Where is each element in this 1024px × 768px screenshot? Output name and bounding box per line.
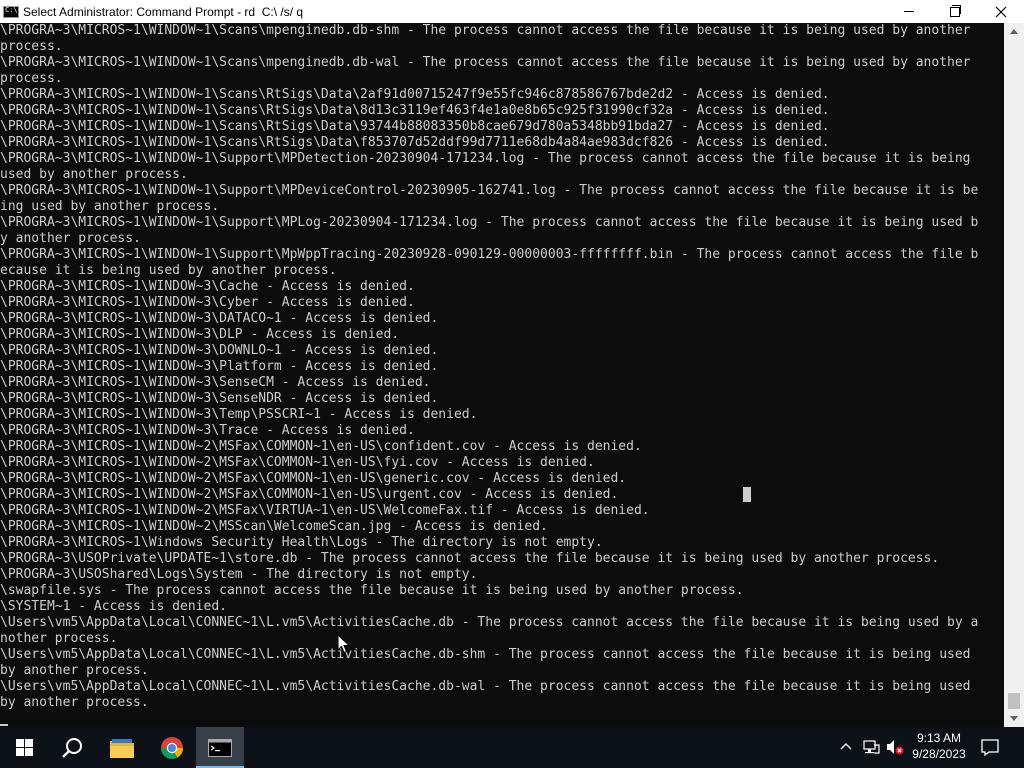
console-line: \PROGRA~3\MICROS~1\WINDOW~2\MSFax\COMMON… [0,487,619,502]
scroll-thumb[interactable] [1008,693,1020,709]
chevron-up-icon[interactable] [838,739,854,755]
notification-center-icon[interactable] [980,737,1000,757]
console-line: by another process. [0,695,149,710]
console-line: \PROGRA~3\MICROS~1\WINDOW~3\SenseNDR - A… [0,391,439,406]
close-icon [995,6,1007,17]
console-line: ing used by another process. [0,199,220,214]
console-line: \PROGRA~3\MICROS~1\WINDOW~1\Scans\RtSigs… [0,119,830,134]
console-line: \PROGRA~3\MICROS~1\WINDOW~1\Scans\RtSigs… [0,103,830,118]
console-line: \PROGRA~3\USOPrivate\UPDATE~1\store.db -… [0,551,940,566]
scroll-down-button[interactable] [1004,710,1024,727]
console-line: by another process. [0,663,149,678]
text-cursor [0,724,8,726]
clock-time: 9:13 AM [916,731,962,745]
chrome-taskbar-button[interactable] [148,727,196,768]
console-line: \PROGRA~3\MICROS~1\WINDOW~2\MSFax\VIRTUA… [0,503,650,518]
chevron-down-icon [1010,716,1018,721]
restore-icon [950,4,961,17]
console-line: \PROGRA~3\MICROS~1\WINDOW~1\Support\MpWp… [0,247,979,262]
console-line: \PROGRA~3\MICROS~1\WINDOW~2\MSFax\COMMON… [0,439,642,454]
close-button[interactable] [978,0,1024,23]
console-line: \PROGRA~3\MICROS~1\WINDOW~2\MSScan\Welco… [0,519,548,534]
console-line: \Users\vm5\AppData\Local\CONNEC~1\L.vm5\… [0,647,971,662]
vertical-scrollbar[interactable] [1004,23,1024,727]
minimize-button[interactable] [886,0,932,23]
volume-muted-icon[interactable] [886,739,904,755]
taskbar: 9:13 AM 9/28/2023 [0,727,1024,768]
mouse-pointer-icon [337,634,351,654]
console-line: \PROGRA~3\MICROS~1\Windows Security Heal… [0,535,603,550]
console-line: \SYSTEM~1 - Access is denied. [0,599,227,614]
console-line: \Users\vm5\AppData\Local\CONNEC~1\L.vm5\… [0,615,979,630]
network-icon[interactable] [862,739,880,755]
command-prompt-icon [208,738,232,757]
console-line: \PROGRA~3\MICROS~1\WINDOW~3\DLP - Access… [0,327,400,342]
console-line: ecause it is being used by another proce… [0,263,337,278]
maximize-button[interactable] [932,0,978,23]
clock-date: 9/28/2023 [912,747,966,761]
search-icon [62,737,82,758]
console-line: \PROGRA~3\MICROS~1\WINDOW~1\Support\MPDe… [0,183,979,198]
windows-start-icon [15,739,33,756]
console-line: \PROGRA~3\MICROS~1\WINDOW~1\Support\MPDe… [0,151,971,166]
scroll-up-button[interactable] [1004,23,1024,40]
console-line: \PROGRA~3\MICROS~1\WINDOW~1\Scans\RtSigs… [0,87,830,102]
console-line: \PROGRA~3\MICROS~1\WINDOW~2\MSFax\COMMON… [0,471,627,486]
console-line: y another process. [0,231,141,246]
console-line: nother process. [0,631,118,646]
chrome-icon [161,736,183,759]
console-line: \PROGRA~3\MICROS~1\WINDOW~1\Support\MPLo… [0,215,979,230]
file-explorer-icon [110,738,134,758]
title-bar[interactable]: Select Administrator: Command Prompt - r… [0,0,1024,23]
command-prompt-taskbar-button[interactable] [196,727,244,768]
console-line: \PROGRA~3\USOShared\Logs\System - The di… [0,567,478,582]
console-line: process. [0,71,63,86]
console-line: \PROGRA~3\MICROS~1\WINDOW~3\DATACO~1 - A… [0,311,439,326]
search-button[interactable] [48,727,96,768]
console-line: \PROGRA~3\MICROS~1\WINDOW~3\Trace - Acce… [0,423,415,438]
console-line: used by another process. [0,167,188,182]
console-line: process. [0,39,63,54]
console-line: \swapfile.sys - The process cannot acces… [0,583,744,598]
console-line: \PROGRA~3\MICROS~1\WINDOW~3\SenseCM - Ac… [0,375,431,390]
console-output[interactable]: \PROGRA~3\MICROS~1\WINDOW~1\Scans\mpengi… [0,23,1004,727]
system-clock[interactable]: 9:13 AM 9/28/2023 [906,730,972,764]
start-button[interactable] [0,727,48,768]
console-lines: \PROGRA~3\MICROS~1\WINDOW~1\Scans\mpengi… [0,23,978,711]
selection-cursor [743,487,751,502]
console-line: \PROGRA~3\MICROS~1\WINDOW~1\Scans\RtSigs… [0,135,830,150]
console-line: \PROGRA~3\MICROS~1\WINDOW~1\Scans\mpengi… [0,55,971,70]
window-title: Select Administrator: Command Prompt - r… [23,4,304,19]
console-line: \PROGRA~3\MICROS~1\WINDOW~3\Platform - A… [0,359,439,374]
console-line: \PROGRA~3\MICROS~1\WINDOW~3\Cyber - Acce… [0,295,415,310]
console-line: \PROGRA~3\MICROS~1\WINDOW~3\Temp\PSSCRI~… [0,407,478,422]
minimize-icon [904,11,914,12]
console-line: \PROGRA~3\MICROS~1\WINDOW~3\Cache - Acce… [0,279,415,294]
console-line: \Users\vm5\AppData\Local\CONNEC~1\L.vm5\… [0,679,971,694]
command-prompt-icon [3,5,19,18]
chevron-up-icon [1010,29,1018,34]
console-line: \PROGRA~3\MICROS~1\WINDOW~1\Scans\mpengi… [0,23,971,38]
console-line: \PROGRA~3\MICROS~1\WINDOW~2\MSFax\COMMON… [0,455,595,470]
file-explorer-taskbar-button[interactable] [98,727,146,768]
console-line: \PROGRA~3\MICROS~1\WINDOW~3\DOWNLO~1 - A… [0,343,439,358]
